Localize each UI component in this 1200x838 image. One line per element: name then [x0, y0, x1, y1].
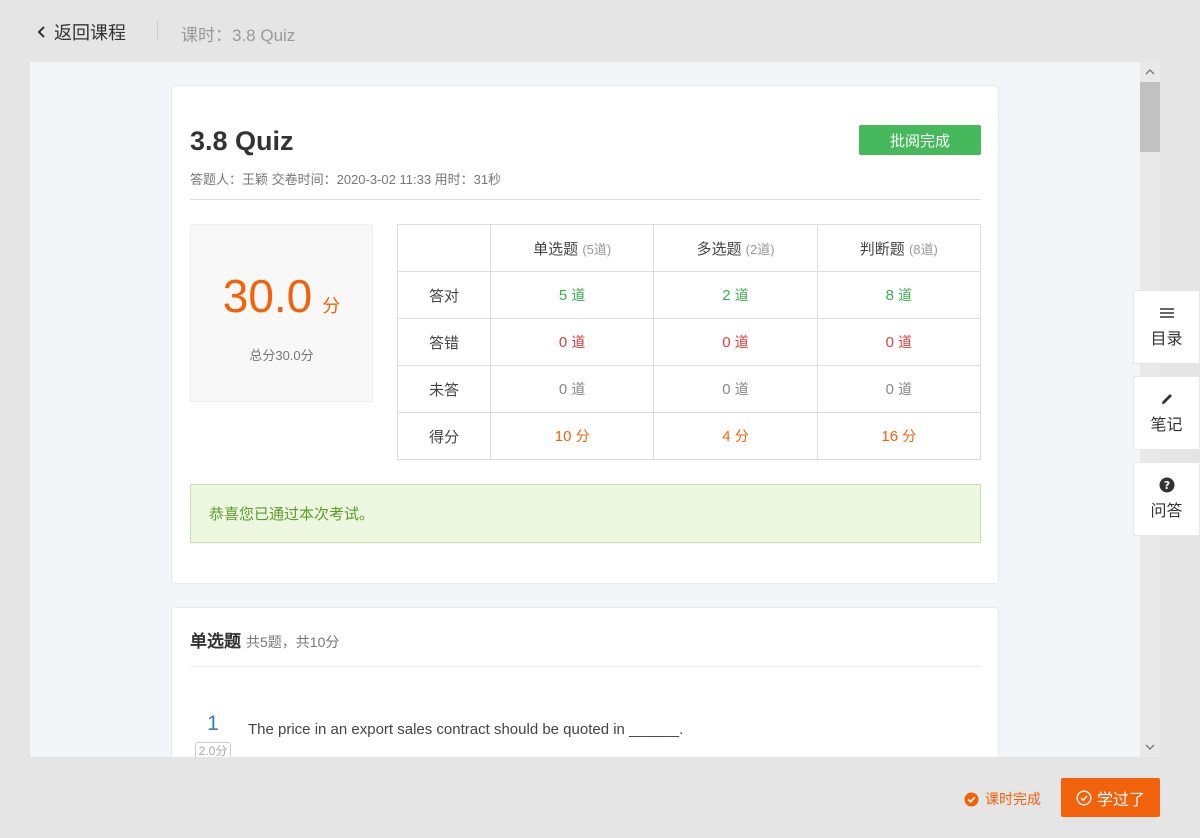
- score-box: 30.0 分 总分30.0分: [190, 224, 373, 402]
- table-cell: 2 道: [653, 271, 818, 319]
- score-display: 30.0 分: [191, 269, 372, 323]
- table-cell: 4 分: [653, 412, 818, 460]
- content-viewport: 3.8 Quiz 批阅完成 答题人：王颖 交卷时间：2020-3-02 11:3…: [30, 62, 1140, 757]
- submission-meta: 答题人：王颖 交卷时间：2020-3-02 11:33 用时：31秒: [190, 172, 502, 187]
- row-label: 答错: [397, 318, 491, 366]
- check-circle-outline-icon: [1076, 789, 1092, 806]
- table-cell: 0 道: [489, 365, 655, 413]
- header-single-choice: 单选题 (5道): [489, 224, 655, 272]
- scroll-up-icon[interactable]: [1144, 66, 1156, 78]
- table-cell: 0 道: [816, 365, 982, 413]
- table-cell: 0 道: [653, 318, 818, 366]
- quiz-title: 3.8 Quiz: [190, 126, 294, 156]
- scroll-down-icon[interactable]: [1144, 741, 1156, 753]
- divider: [190, 666, 981, 667]
- table-corner-cell: [397, 224, 491, 272]
- lesson-complete-label: 课时完成: [985, 791, 1041, 807]
- section-subtitle: 共5题，共10分: [246, 634, 340, 650]
- table-row-wrong: 答错 0 道 0 道 0 道: [397, 318, 982, 366]
- pass-message: 恭喜您已通过本次考试。: [190, 484, 981, 543]
- scrollbar-thumb[interactable]: [1140, 82, 1160, 152]
- section-title: 单选题 共5题，共10分: [190, 627, 339, 652]
- divider: [157, 21, 158, 41]
- lesson-complete-status: 课时完成: [964, 789, 1041, 809]
- top-bar: 返回课程 课时：3.8 Quiz: [0, 0, 1200, 62]
- table-cell: 0 道: [489, 318, 655, 366]
- notes-label: 笔记: [1150, 417, 1183, 434]
- table-header-row: 单选题 (5道) 多选题 (2道) 判断题 (8道): [397, 224, 982, 272]
- result-summary-card: 3.8 Quiz 批阅完成 答题人：王颖 交卷时间：2020-3-02 11:3…: [171, 85, 999, 584]
- qa-label: 问答: [1150, 503, 1183, 520]
- section-title-label: 单选题: [190, 632, 241, 651]
- table-row-unanswered: 未答 0 道 0 道 0 道: [397, 365, 982, 413]
- score-value: 30.0: [222, 270, 313, 322]
- table-cell: 0 道: [653, 365, 818, 413]
- chevron-left-icon: [37, 26, 45, 38]
- table-cell: 8 道: [816, 271, 982, 319]
- table-cell: 5 道: [489, 271, 655, 319]
- toc-button[interactable]: 目录: [1133, 290, 1200, 364]
- table-row-correct: 答对 5 道 2 道 8 道: [397, 271, 982, 319]
- row-label: 未答: [397, 365, 491, 413]
- svg-text:?: ?: [1163, 479, 1169, 492]
- question-text: The price in an export sales contract sh…: [248, 721, 684, 738]
- single-choice-section-card: 单选题 共5题，共10分 1 2.0分 The price in an expor…: [171, 607, 999, 757]
- question-number: 1: [207, 712, 219, 735]
- table-cell: 0 道: [816, 318, 982, 366]
- question-points: 2.0分: [195, 742, 231, 757]
- row-label: 答对: [397, 271, 491, 319]
- pencil-icon: [1161, 394, 1172, 404]
- back-to-course-link[interactable]: 返回课程: [36, 19, 126, 45]
- check-circle-icon: [964, 791, 979, 807]
- notes-button[interactable]: 笔记: [1133, 376, 1200, 450]
- table-row-score: 得分 10 分 4 分 16 分: [397, 412, 982, 460]
- row-label: 得分: [397, 412, 491, 460]
- grading-complete-button[interactable]: 批阅完成: [859, 125, 981, 155]
- lesson-title: 课时：3.8 Quiz: [181, 26, 296, 45]
- mark-learned-button[interactable]: 学过了: [1061, 778, 1160, 817]
- back-to-course-label: 返回课程: [54, 23, 126, 43]
- question-circle-icon: ?: [1159, 477, 1174, 493]
- table-cell: 16 分: [816, 412, 982, 460]
- menu-icon: [1159, 308, 1174, 318]
- table-cell: 10 分: [489, 412, 655, 460]
- total-score: 总分30.0分: [249, 348, 314, 363]
- header-multiple-choice: 多选题 (2道): [653, 224, 818, 272]
- mark-learned-label: 学过了: [1096, 791, 1145, 809]
- qa-button[interactable]: ? 问答: [1133, 462, 1200, 536]
- divider: [190, 199, 981, 200]
- toc-label: 目录: [1150, 331, 1183, 348]
- score-unit: 分: [322, 296, 341, 316]
- header-true-false: 判断题 (8道): [816, 224, 982, 272]
- result-stats-table: 单选题 (5道) 多选题 (2道) 判断题 (8道) 答对 5 道 2 道 8 …: [397, 224, 982, 460]
